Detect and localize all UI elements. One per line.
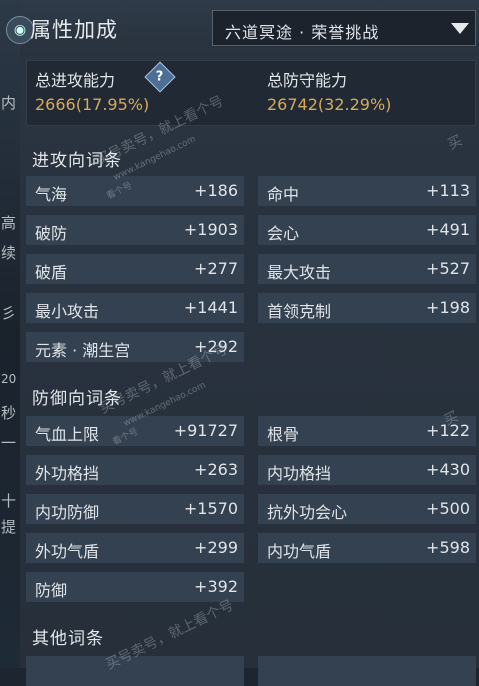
stat-row: 外功格挡 +263 [26, 455, 244, 485]
stat-row: 破防 +1903 [26, 215, 244, 245]
stat-label: 元素 · 潮生宫 [35, 341, 131, 360]
stat-value: +299 [194, 538, 238, 557]
stat-value: +491 [426, 220, 470, 239]
stat-value: +500 [426, 499, 470, 518]
stat-label: 破防 [35, 224, 68, 243]
total-defense-value: 26742(32.29%) [267, 95, 392, 114]
stat-value: +527 [426, 259, 470, 278]
stat-row: 根骨 +122 [258, 416, 476, 446]
stat-label: 气海 [35, 185, 68, 204]
offense-section-title: 进攻向词条 [32, 151, 122, 171]
stat-label: 首领克制 [267, 302, 332, 321]
stat-label: 根骨 [267, 425, 300, 444]
stat-value: +263 [194, 460, 238, 479]
dropdown-arrow-icon [451, 23, 469, 34]
stat-row: 破盾 +277 [26, 254, 244, 284]
mode-select-value: 六道冥途 · 荣誉挑战 [225, 23, 380, 42]
stat-row: 首领克制 +198 [258, 293, 476, 323]
attribute-bonus-panel: ◉ 属性加成 六道冥途 · 荣誉挑战 总进攻能力 ? 2666(17.95%) … [6, 0, 479, 686]
stat-value: +198 [426, 298, 470, 317]
stat-label: 内功防御 [35, 503, 100, 522]
stat-row: 气海 +186 [26, 176, 244, 206]
strip-text: 高 [1, 214, 17, 232]
help-icon[interactable]: ? [144, 61, 176, 93]
stat-row: 抗外功会心 +500 [258, 494, 476, 524]
stat-value: +392 [194, 577, 238, 596]
stat-value: +91727 [173, 421, 238, 440]
stat-label: 最大攻击 [267, 263, 332, 282]
stat-label: 防御 [35, 581, 68, 600]
stat-row: 内功气盾 +598 [258, 533, 476, 563]
total-defense-label: 总防守能力 [267, 71, 348, 90]
stat-row: 会心 +491 [258, 215, 476, 245]
strip-text: 十 [1, 492, 17, 510]
stat-value: +292 [194, 337, 238, 356]
stat-value: +1441 [183, 298, 238, 317]
total-attack-value: 2666(17.95%) [35, 95, 150, 114]
stat-row: 内功防御 +1570 [26, 494, 244, 524]
stat-label: 会心 [267, 224, 300, 243]
stat-label: 内功格挡 [267, 464, 332, 483]
totals-box: 总进攻能力 ? 2666(17.95%) 总防守能力 26742(32.29%) [26, 60, 476, 126]
strip-text: 续 [1, 244, 17, 262]
stat-row: 外功气盾 +299 [26, 533, 244, 563]
strip-text: 提 [1, 518, 17, 536]
defense-section-title: 防御向词条 [32, 389, 122, 409]
stat-row: 最小攻击 +1441 [26, 293, 244, 323]
stat-row [26, 656, 244, 686]
stat-label: 内功气盾 [267, 542, 332, 561]
strip-text: 一 [1, 434, 17, 452]
strip-text: 内 [1, 94, 17, 112]
panel-title: 属性加成 [30, 18, 118, 42]
background-window-strip: 内 高 续 彡 20 秒 一 十 提 [0, 0, 21, 668]
stat-label: 气血上限 [35, 425, 100, 444]
stat-value: +1570 [183, 499, 238, 518]
stat-value: +598 [426, 538, 470, 557]
stat-row: 元素 · 潮生宫 +292 [26, 332, 244, 362]
stat-label: 命中 [267, 185, 300, 204]
stat-label: 最小攻击 [35, 302, 100, 321]
strip-text: 20 [1, 372, 17, 386]
stat-row: 最大攻击 +527 [258, 254, 476, 284]
strip-text: 秒 [1, 404, 17, 422]
mode-select-dropdown[interactable]: 六道冥途 · 荣誉挑战 [212, 10, 476, 46]
stat-value: +430 [426, 460, 470, 479]
total-attack-label: 总进攻能力 [35, 71, 116, 90]
other-section-title: 其他词条 [32, 629, 104, 649]
stat-row: 防御 +392 [26, 572, 244, 602]
stat-value: +1903 [183, 220, 238, 239]
stat-value: +277 [194, 259, 238, 278]
strip-text: 彡 [1, 304, 17, 322]
stat-label: 抗外功会心 [267, 503, 348, 522]
stat-value: +113 [426, 181, 470, 200]
stat-value: +186 [194, 181, 238, 200]
stat-row: 命中 +113 [258, 176, 476, 206]
stat-row [258, 656, 476, 686]
stat-label: 外功气盾 [35, 542, 100, 561]
stat-value: +122 [426, 421, 470, 440]
stat-label: 外功格挡 [35, 464, 100, 483]
stat-label: 破盾 [35, 263, 68, 282]
stat-row: 内功格挡 +430 [258, 455, 476, 485]
panel-header: ◉ 属性加成 六道冥途 · 荣誉挑战 [6, 0, 479, 56]
